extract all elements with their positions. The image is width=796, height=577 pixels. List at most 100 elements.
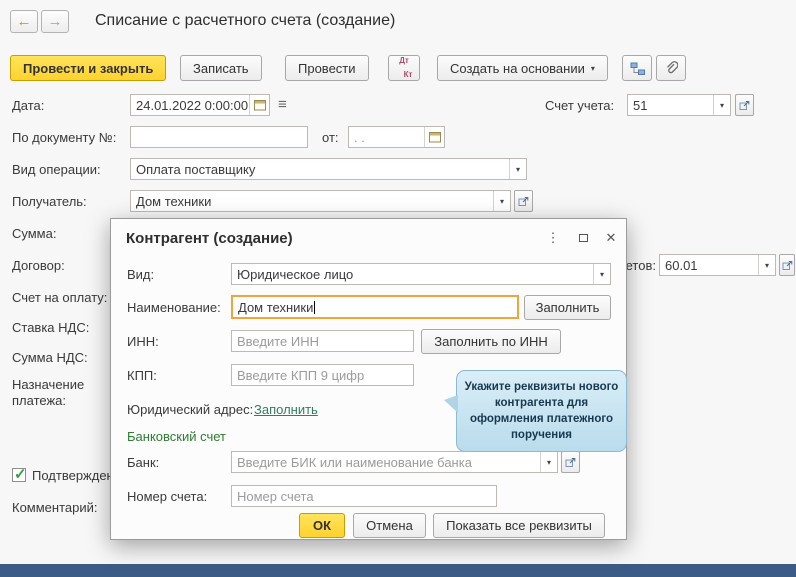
account-number-label: Номер счета: — [127, 489, 208, 504]
show-all-details-button[interactable]: Показать все реквизиты — [433, 513, 605, 538]
purpose-label: Назначение платежа: — [12, 377, 85, 408]
related-documents-button[interactable] — [622, 55, 652, 81]
from-label: от: — [322, 130, 339, 145]
close-icon: ✕ — [605, 230, 617, 245]
kind-value: Юридическое лицо — [237, 267, 354, 282]
ok-button[interactable]: ОК — [299, 513, 345, 538]
attachment-button[interactable] — [656, 55, 686, 81]
dialog-title: Контрагент (создание) — [126, 230, 293, 247]
page-title: Списание с расчетного счета (создание) — [95, 12, 396, 29]
amount-label: Сумма: — [12, 226, 57, 241]
bubble-tail — [444, 395, 458, 413]
chevron-down-icon: ▾ — [590, 63, 595, 73]
account-open-button[interactable] — [735, 94, 754, 116]
chevron-down-icon[interactable]: ▾ — [713, 95, 730, 115]
settlement-value: 60.01 — [665, 258, 698, 273]
fill-address-link[interactable]: Заполнить — [254, 402, 318, 417]
bank-open-button[interactable] — [561, 451, 580, 473]
kpp-label: КПП: — [127, 368, 157, 383]
name-value: Дом техники — [238, 300, 314, 315]
invoice-label: Счет на оплату: — [12, 290, 108, 305]
recipient-field[interactable]: Дом техники ▾ — [130, 190, 511, 212]
taskbar — [0, 564, 796, 577]
hint-text: Укажите реквизиты нового контрагента для… — [464, 381, 619, 442]
create-based-on-button[interactable]: Создать на основании ▾ — [437, 55, 608, 81]
application-window: ← → Списание с расчетного счета (создани… — [0, 0, 796, 577]
list-icon[interactable]: ≡ — [278, 96, 287, 113]
open-form-icon — [518, 196, 529, 206]
operation-value: Оплата поставщику — [136, 162, 256, 177]
comment-label: Комментарий: — [12, 500, 98, 515]
maximize-button[interactable] — [571, 227, 595, 249]
open-form-icon — [739, 100, 750, 110]
settlement-open-button[interactable] — [779, 254, 795, 276]
forward-arrow-icon: → — [47, 13, 63, 30]
kind-label: Вид: — [127, 267, 155, 282]
open-form-icon — [565, 457, 576, 467]
checkmark-icon: ✓ — [14, 466, 27, 483]
confirmed-checkbox[interactable]: ✓ — [12, 466, 27, 483]
doc-number-label: По документу №: — [12, 130, 117, 145]
doc-number-field[interactable] — [130, 126, 308, 148]
name-field[interactable]: Дом техники — [231, 295, 519, 319]
kebab-menu-icon: ⋮ — [546, 230, 560, 245]
from-date-field[interactable]: . . — [348, 126, 445, 148]
date-value: 24.01.2022 0:00:00 — [136, 98, 249, 113]
chevron-down-icon[interactable]: ▾ — [509, 159, 526, 179]
bank-placeholder: Введите БИК или наименование банка — [237, 455, 472, 470]
chevron-down-icon[interactable]: ▾ — [493, 191, 510, 211]
inn-placeholder: Введите ИНН — [237, 334, 319, 349]
text-cursor — [314, 301, 316, 314]
recipient-label: Получатель: — [12, 194, 87, 209]
bank-field[interactable]: Введите БИК или наименование банка ▾ — [231, 451, 558, 473]
forward-button[interactable]: → — [41, 10, 69, 33]
open-form-icon — [782, 260, 792, 270]
post-button[interactable]: Провести — [285, 55, 369, 81]
calendar-icon[interactable] — [249, 95, 269, 115]
settlement-field[interactable]: 60.01 ▾ — [659, 254, 776, 276]
credit-icon: Кт — [403, 70, 413, 79]
close-button[interactable]: ✕ — [599, 227, 623, 249]
structure-icon — [630, 62, 645, 75]
operation-field[interactable]: Оплата поставщику ▾ — [130, 158, 527, 180]
debit-icon: Дт — [399, 56, 409, 65]
cancel-button[interactable]: Отмена — [353, 513, 426, 538]
chevron-down-icon[interactable]: ▾ — [593, 264, 610, 284]
legal-address-label: Юридический адрес: — [127, 402, 254, 417]
operation-label: Вид операции: — [12, 162, 101, 177]
vat-rate-label: Ставка НДС: — [12, 320, 90, 335]
create-based-on-label: Создать на основании — [450, 60, 585, 76]
account-value: 51 — [633, 98, 648, 113]
hint-bubble: Укажите реквизиты нового контрагента для… — [444, 370, 627, 453]
kpp-placeholder: Введите КПП 9 цифр — [237, 368, 365, 383]
from-date-value: . . — [354, 130, 365, 145]
account-number-field[interactable]: Номер счета — [231, 485, 497, 507]
chevron-down-icon[interactable]: ▾ — [540, 452, 557, 472]
contract-label: Договор: — [12, 258, 65, 273]
account-field[interactable]: 51 ▾ — [627, 94, 731, 116]
write-button[interactable]: Записать — [180, 55, 262, 81]
fill-by-inn-button[interactable]: Заполнить по ИНН — [421, 329, 561, 354]
bank-label: Банк: — [127, 455, 160, 470]
doc-number-value — [131, 127, 307, 147]
chevron-down-icon[interactable]: ▾ — [758, 255, 775, 275]
date-label: Дата: — [12, 98, 45, 113]
name-label: Наименование: — [127, 300, 221, 315]
kpp-field[interactable]: Введите КПП 9 цифр — [231, 364, 414, 386]
account-number-placeholder: Номер счета — [237, 489, 314, 504]
confirmed-label: Подтверждено — [32, 468, 121, 483]
vat-amount-label: Сумма НДС: — [12, 350, 88, 365]
inn-label: ИНН: — [127, 334, 159, 349]
kind-field[interactable]: Юридическое лицо ▾ — [231, 263, 611, 285]
inn-field[interactable]: Введите ИНН — [231, 330, 414, 352]
date-field[interactable]: 24.01.2022 0:00:00 — [130, 94, 270, 116]
recipient-value: Дом техники — [136, 194, 212, 209]
more-menu-button[interactable]: ⋮ — [541, 227, 565, 249]
fill-button[interactable]: Заполнить — [524, 295, 611, 320]
back-button[interactable]: ← — [10, 10, 38, 33]
post-and-close-button[interactable]: Провести и закрыть — [10, 55, 167, 81]
bank-account-section-title: Банковский счет — [127, 429, 226, 444]
debit-credit-button[interactable]: Дт Кт — [388, 55, 420, 81]
calendar-icon[interactable] — [424, 127, 444, 147]
recipient-open-button[interactable] — [514, 190, 533, 212]
